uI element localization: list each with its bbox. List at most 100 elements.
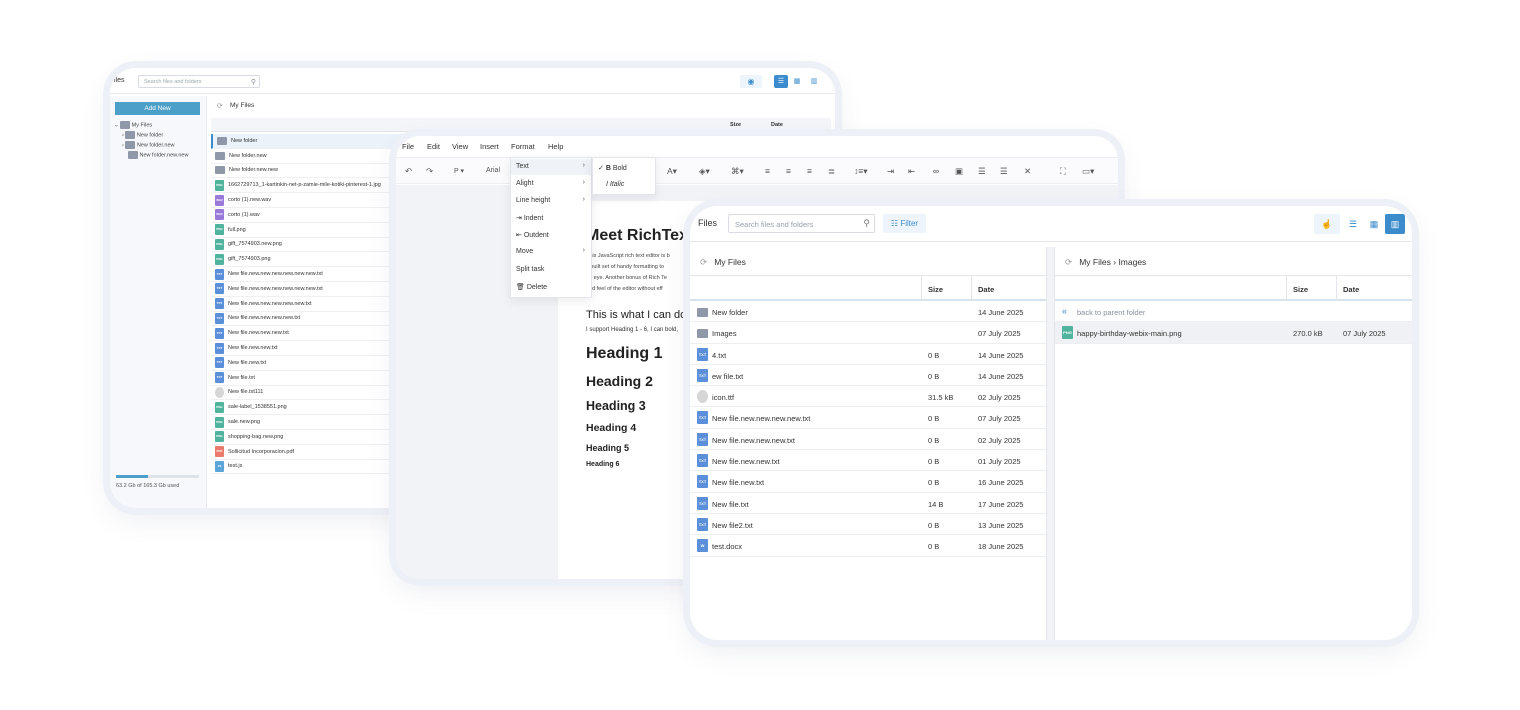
cards-view-icon[interactable]: ▦ bbox=[790, 75, 804, 88]
image-icon[interactable]: ▣ bbox=[955, 166, 963, 177]
split-view-icon[interactable]: ▥ bbox=[1385, 214, 1405, 234]
file-date: 02 July 2025 bbox=[978, 435, 1021, 445]
list-view-icon[interactable]: ☰ bbox=[774, 75, 788, 88]
tree-item-my-files[interactable]: ⌄ My Files bbox=[114, 121, 152, 129]
submenu-item-italic[interactable]: I Italic bbox=[606, 181, 624, 188]
menu-file[interactable]: File bbox=[402, 142, 414, 151]
file-date: 07 July 2025 bbox=[978, 329, 1021, 339]
js-file-icon: JS bbox=[215, 460, 224, 472]
text-color-icon[interactable]: A▾ bbox=[667, 166, 677, 177]
date-column-header[interactable]: Date bbox=[771, 122, 783, 128]
menu-view[interactable]: View bbox=[452, 142, 468, 151]
file-size: 0 B bbox=[928, 435, 940, 445]
clear-format-icon[interactable]: ✕ bbox=[1024, 166, 1031, 177]
search-input[interactable]: Search files and folders ⚲ bbox=[728, 214, 875, 233]
refresh-icon[interactable]: ⟳ bbox=[700, 257, 707, 267]
menu-item-alight[interactable]: Alight bbox=[516, 180, 534, 187]
table-row[interactable]: PNG happy-birthday-webix-main.png 270.0 kB… bbox=[1055, 322, 1412, 344]
split-view-icon[interactable]: ▥ bbox=[807, 75, 821, 88]
cards-view-icon[interactable]: ▦ bbox=[1364, 214, 1384, 234]
paragraph-line: an eye. Another bonus of Rich Te bbox=[586, 275, 667, 281]
touch-icon[interactable]: ☝ bbox=[1314, 214, 1340, 234]
table-row[interactable]: icon.ttf 31.5 kB 02 July 2025 bbox=[690, 386, 1046, 408]
preview-eye-icon[interactable]: ◉ bbox=[740, 75, 762, 88]
paragraph-line: inbuilt set of handy formatting to bbox=[586, 264, 664, 270]
align-justify-icon[interactable]: ≣ bbox=[828, 166, 835, 177]
menu-item-move[interactable]: Move bbox=[516, 248, 533, 255]
refresh-icon[interactable]: ⟳ bbox=[1065, 257, 1072, 267]
txt-file-icon: TXT bbox=[697, 475, 708, 489]
tree-item-new-folder-new-new[interactable]: New folder.new.new bbox=[128, 151, 188, 159]
table-row[interactable]: TXT 4.txt 0 B 14 June 2025 bbox=[690, 344, 1046, 365]
refresh-icon[interactable]: ⟳ bbox=[217, 102, 223, 110]
outdent-icon[interactable]: ⇤ bbox=[908, 166, 915, 177]
menu-item-line-height[interactable]: Line height bbox=[516, 197, 550, 204]
align-right-icon[interactable]: ≡ bbox=[807, 166, 812, 176]
menu-item-split-task[interactable]: Split task bbox=[516, 266, 544, 273]
right-pane: ⟳ My Files › Images Size Date « back to … bbox=[1054, 247, 1412, 640]
undo-icon[interactable]: ↶ bbox=[405, 166, 412, 177]
table-row[interactable]: TXT New file.new.new.txt 0 B 01 July 2025 bbox=[690, 450, 1046, 472]
file-manager-front-window: Files Search files and folders ⚲ ☷ Filte… bbox=[690, 206, 1412, 640]
line-height-icon[interactable]: ↕≡▾ bbox=[854, 166, 867, 177]
align-left-icon[interactable]: ≡ bbox=[765, 166, 770, 176]
menu-item-indent[interactable]: ⇥ Indent bbox=[516, 214, 543, 222]
list-view-icon[interactable]: ☰ bbox=[1343, 214, 1363, 234]
font-select[interactable]: Arial bbox=[486, 167, 500, 174]
table-row[interactable]: TXT New file.new.new.new.new.txt 0 B 07 Jul… bbox=[690, 407, 1046, 429]
table-row[interactable]: TXT New file2.txt 0 B 13 June 2025 bbox=[690, 514, 1046, 536]
file-name: New file.new.new.new.txt bbox=[712, 435, 795, 445]
menu-bar: File Edit View Insert Format Help bbox=[396, 136, 1118, 156]
submenu-item-bold[interactable]: ✓ B Bold bbox=[598, 164, 627, 172]
table-row[interactable]: Wtest.docx 0 B 18 June 2025 bbox=[690, 535, 1046, 557]
table-row[interactable]: TXT New file.txt 14 B 17 June 2025 bbox=[690, 493, 1046, 514]
size-column-header[interactable]: Size bbox=[730, 122, 741, 128]
menu-insert[interactable]: Insert bbox=[480, 142, 499, 151]
table-row[interactable]: Images 07 July 2025 bbox=[690, 322, 1046, 344]
background-color-icon[interactable]: ◈▾ bbox=[699, 166, 710, 177]
menu-help[interactable]: Help bbox=[548, 142, 563, 151]
back-to-parent-row[interactable]: « back to parent folder bbox=[1055, 301, 1412, 323]
file-name: test.docx bbox=[712, 542, 743, 552]
size-column-header[interactable]: Size bbox=[1293, 285, 1308, 294]
redo-icon[interactable]: ↷ bbox=[426, 166, 433, 177]
pane-splitter[interactable] bbox=[1047, 247, 1054, 640]
breadcrumb-root[interactable]: My Files bbox=[1079, 257, 1111, 267]
date-column-header[interactable]: Date bbox=[978, 285, 994, 294]
numbered-list-icon[interactable]: ☰ bbox=[1000, 166, 1008, 177]
paragraph-select[interactable]: P ▾ bbox=[454, 167, 464, 175]
indent-icon[interactable]: ⇥ bbox=[887, 166, 894, 177]
bullet-list-icon[interactable]: ☰ bbox=[978, 166, 986, 177]
file-name: Images bbox=[712, 329, 737, 339]
filter-icon: ☷ bbox=[890, 219, 901, 228]
table-row[interactable]: TXT New file.new.txt 0 B 16 June 2025 bbox=[690, 471, 1046, 493]
table-row[interactable]: TXT ew file.txt 0 B 14 June 2025 bbox=[690, 365, 1046, 387]
link-icon[interactable]: ∞ bbox=[933, 166, 939, 176]
add-new-button[interactable]: Add New bbox=[115, 102, 200, 115]
table-row[interactable]: TXT New file.new.new.new.txt 0 B 02 July 20… bbox=[690, 429, 1046, 451]
file-date: 13 June 2025 bbox=[978, 520, 1024, 530]
menu-item-text[interactable]: Text bbox=[516, 163, 529, 170]
heading-6: Heading 6 bbox=[586, 461, 620, 468]
tree-item-new-folder[interactable]: › New folder bbox=[122, 131, 163, 139]
breadcrumb: ⟳ My Files bbox=[700, 257, 746, 267]
format-painter-icon[interactable]: ⌘▾ bbox=[731, 166, 744, 177]
menu-item-outdent[interactable]: ⇤ Outdent bbox=[516, 231, 549, 239]
date-column-header[interactable]: Date bbox=[1343, 285, 1359, 294]
menu-item-delete[interactable]: 🗑 Delete bbox=[516, 283, 547, 291]
filter-button[interactable]: ☷ Filter bbox=[883, 214, 926, 233]
txt-file-icon: TXT bbox=[697, 368, 708, 382]
fullscreen-icon[interactable]: ⛶ bbox=[1060, 166, 1066, 177]
tree-item-new-folder-new[interactable]: › New folder.new bbox=[122, 141, 175, 149]
chevron-right-icon: › bbox=[582, 179, 585, 186]
table-row[interactable]: New folder 14 June 2025 bbox=[690, 301, 1046, 323]
menu-edit[interactable]: Edit bbox=[427, 142, 440, 151]
align-center-icon[interactable]: ≡ bbox=[786, 166, 791, 176]
size-column-header[interactable]: Size bbox=[928, 285, 943, 294]
ttf-file-icon bbox=[697, 390, 708, 404]
menu-format[interactable]: Format bbox=[511, 142, 535, 151]
pdf-file-icon: PDF bbox=[215, 446, 224, 458]
layout-icon[interactable]: ▭▾ bbox=[1082, 166, 1094, 177]
search-input[interactable]: Search files and folders ⚲ bbox=[138, 75, 260, 88]
txt-file-icon: TXT bbox=[215, 357, 224, 369]
